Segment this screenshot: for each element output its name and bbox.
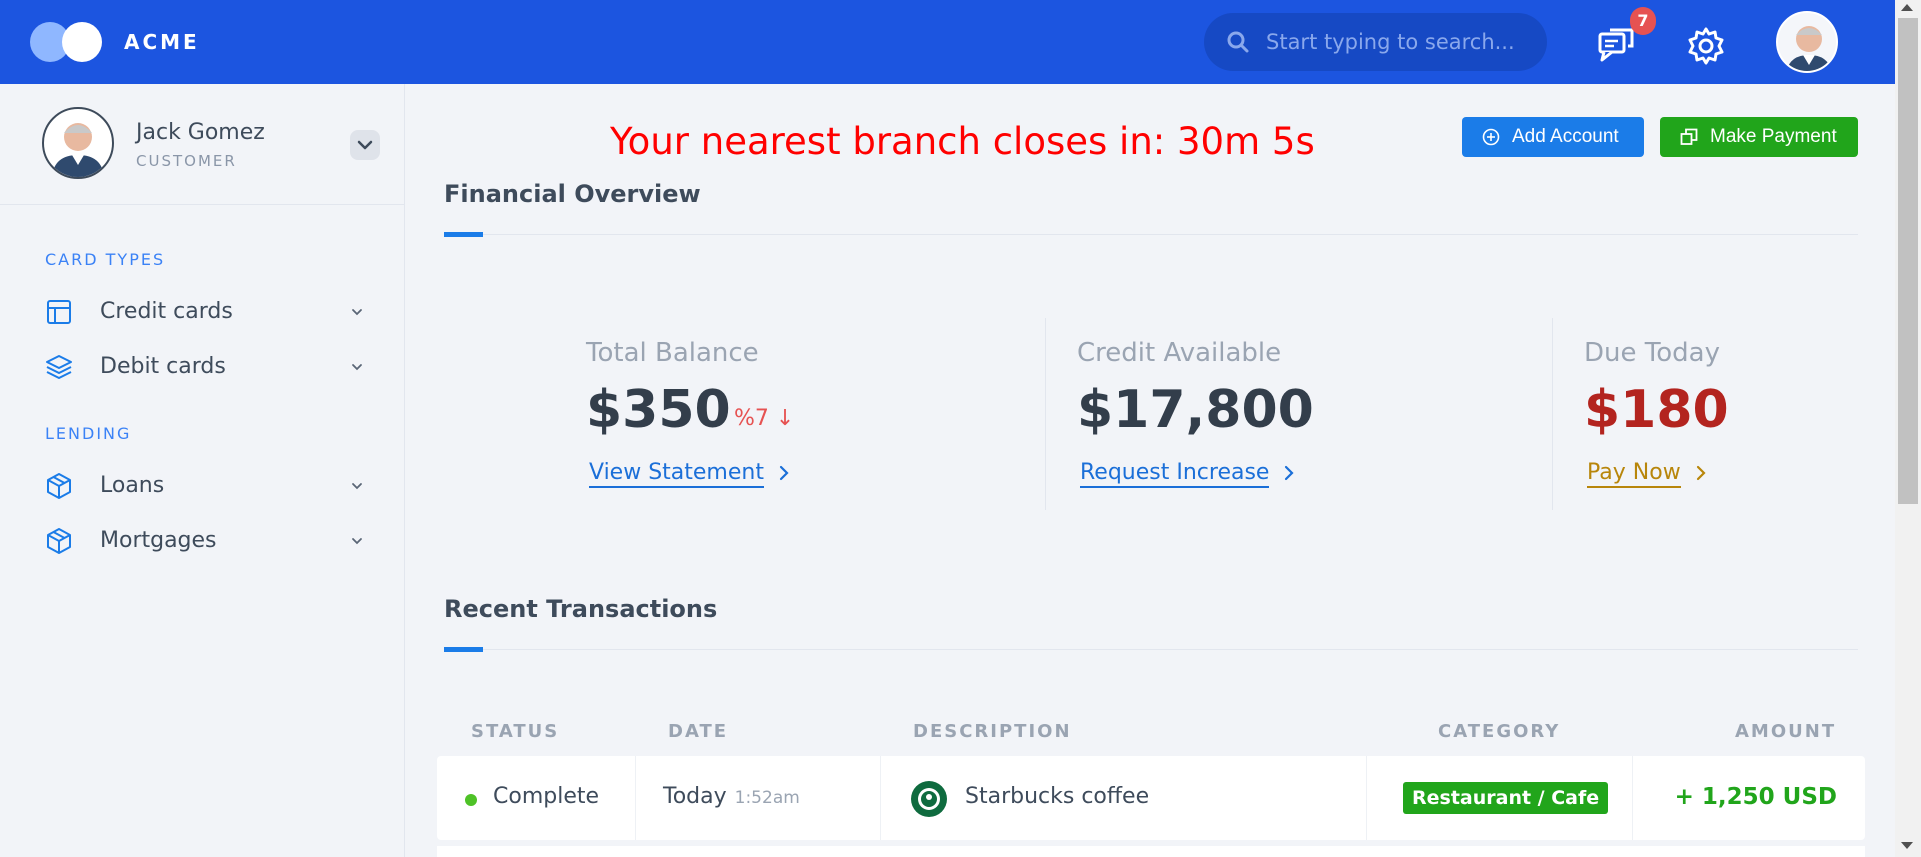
gear-icon[interactable] <box>1684 24 1728 68</box>
total-balance-stat: Total Balance $350 %7 ↓ View Statement <box>586 318 1016 510</box>
sidebar-item-label: Credit cards <box>100 299 233 324</box>
pay-now-link[interactable]: Pay Now <box>1587 460 1707 488</box>
view-statement-link[interactable]: View Statement <box>589 460 790 488</box>
recent-transactions-title: Recent Transactions <box>444 595 718 623</box>
chevron-down-icon <box>352 483 362 490</box>
menu-section-lending: LENDING <box>45 424 132 443</box>
user-name: Jack Gomez <box>136 120 265 145</box>
plus-circle-icon <box>1482 128 1500 146</box>
sidebar-item-loans[interactable]: Loans <box>45 468 365 504</box>
sidebar-item-mortgages[interactable]: Mortgages <box>45 523 365 559</box>
chevron-right-icon <box>1696 465 1706 481</box>
sidebar-item-label: Loans <box>100 473 165 498</box>
column-header-category[interactable]: CATEGORY <box>1438 721 1560 742</box>
stat-value: $17,800 <box>1077 380 1314 440</box>
section-divider <box>444 649 1858 650</box>
due-today-stat: Due Today $180 Pay Now <box>1584 318 1854 510</box>
cell-divider <box>1632 756 1633 840</box>
make-payment-button[interactable]: Make Payment <box>1660 117 1858 157</box>
table-row[interactable]: Complete Today 1:52am Starbucks coffee Re… <box>437 756 1865 840</box>
category-badge: Restaurant / Cafe <box>1403 782 1609 814</box>
column-header-description[interactable]: DESCRIPTION <box>913 721 1072 742</box>
stat-label: Total Balance <box>586 338 759 368</box>
credit-available-stat: Credit Available $17,800 Request Increas… <box>1077 318 1537 510</box>
chevron-down-icon <box>352 538 362 545</box>
branch-closing-banner: Your nearest branch closes in: 30m 5s <box>610 120 1315 163</box>
transaction-date: Today 1:52am <box>663 784 800 809</box>
cell-divider <box>1366 756 1367 840</box>
search-input[interactable] <box>1266 27 1526 57</box>
top-bar: ACME 7 <box>0 0 1895 84</box>
link-label: Request Increase <box>1080 460 1270 488</box>
column-header-amount[interactable]: AMOUNT <box>1735 721 1836 742</box>
copy-icon <box>1680 128 1698 145</box>
date-day: Today <box>663 784 727 809</box>
chevron-right-icon <box>779 465 789 481</box>
avatar[interactable] <box>42 107 114 179</box>
financial-overview-title: Financial Overview <box>444 180 701 208</box>
sidebar-item-label: Mortgages <box>100 528 217 553</box>
transaction-status: Complete <box>493 784 600 809</box>
status-dot-icon <box>465 794 477 806</box>
link-label: View Statement <box>589 460 764 488</box>
header-avatar[interactable] <box>1776 11 1838 73</box>
scroll-down-arrow-icon[interactable] <box>1901 842 1913 849</box>
transaction-description: Starbucks coffee <box>965 784 1150 809</box>
notification-badge: 7 <box>1630 7 1656 35</box>
menu-section-card-types: CARD TYPES <box>45 250 166 269</box>
stat-value: $180 <box>1584 380 1729 440</box>
chevron-down-icon <box>357 140 373 150</box>
sidebar-item-label: Debit cards <box>100 354 226 379</box>
scrollbar-thumb[interactable] <box>1898 18 1918 504</box>
cell-divider <box>880 756 881 840</box>
section-accent <box>444 647 483 652</box>
date-time: 1:52am <box>734 788 800 808</box>
acme-logo-icon[interactable] <box>30 22 104 62</box>
stat-label: Due Today <box>1584 338 1720 368</box>
chevron-down-icon <box>352 309 362 316</box>
sidebar-item-debit-cards[interactable]: Debit cards <box>45 349 365 385</box>
layout-icon <box>47 300 71 324</box>
section-divider <box>444 234 1858 235</box>
cell-divider <box>635 756 636 840</box>
column-header-status[interactable]: STATUS <box>471 721 559 742</box>
request-increase-link[interactable]: Request Increase <box>1080 460 1295 488</box>
sidebar-item-credit-cards[interactable]: Credit cards <box>45 294 365 330</box>
user-profile: Jack Gomez CUSTOMER <box>0 84 404 205</box>
transaction-amount: + 1,250 USD <box>1674 784 1837 810</box>
make-payment-label: Make Payment <box>1710 126 1837 147</box>
section-accent <box>444 232 483 237</box>
scroll-up-arrow-icon[interactable] <box>1901 4 1913 11</box>
box-icon <box>47 528 71 554</box>
stat-value: $350 <box>586 380 731 440</box>
column-header-date[interactable]: DATE <box>668 721 728 742</box>
sidebar: Jack Gomez CUSTOMER CARD TYPES Credit ca… <box>0 84 405 857</box>
user-menu-toggle[interactable] <box>350 130 380 160</box>
chevron-right-icon <box>1285 465 1295 481</box>
layers-icon <box>46 355 72 379</box>
stat-divider <box>1552 318 1553 510</box>
search-bar[interactable] <box>1204 13 1547 71</box>
balance-change: %7 ↓ <box>734 406 795 431</box>
user-role: CUSTOMER <box>136 152 237 170</box>
box-icon <box>47 473 71 499</box>
stat-label: Credit Available <box>1077 338 1282 368</box>
add-account-label: Add Account <box>1512 126 1619 147</box>
chevron-down-icon <box>352 364 362 371</box>
link-label: Pay Now <box>1587 460 1681 488</box>
starbucks-logo-icon <box>911 781 947 817</box>
search-icon <box>1227 31 1249 53</box>
table-row[interactable] <box>437 846 1865 857</box>
add-account-button[interactable]: Add Account <box>1462 117 1644 157</box>
stat-divider <box>1045 318 1046 510</box>
brand-name[interactable]: ACME <box>124 30 200 54</box>
